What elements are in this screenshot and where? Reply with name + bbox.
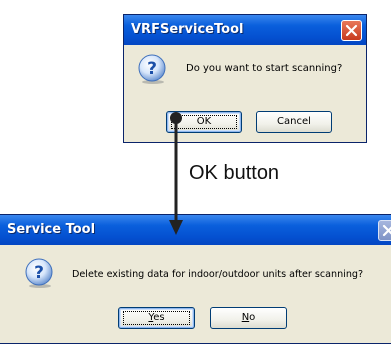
arrow-head bbox=[169, 220, 183, 235]
ok-button-annotation: OK button bbox=[189, 162, 280, 184]
